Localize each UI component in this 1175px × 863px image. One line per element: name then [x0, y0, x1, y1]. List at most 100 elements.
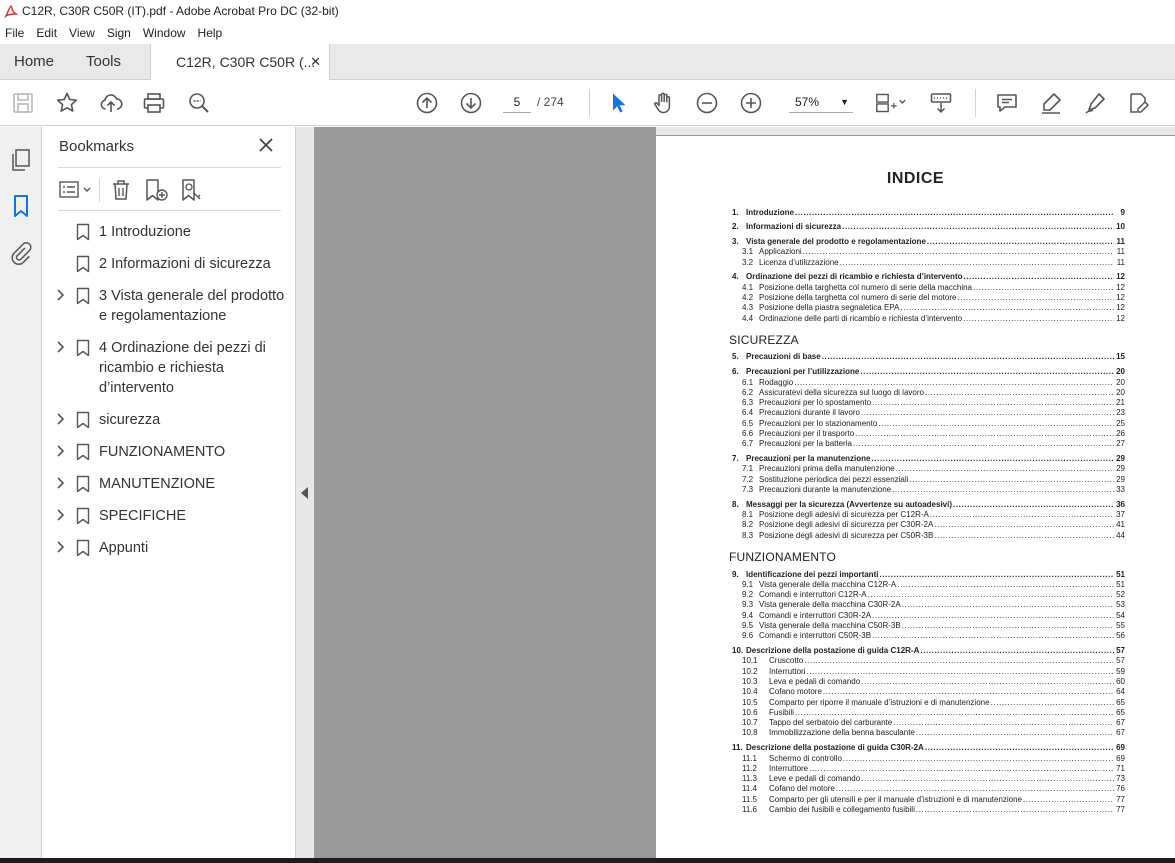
toc-entry[interactable]: 7. Precauzioni per la manutenzione.......…: [732, 454, 1125, 464]
bookmark-item[interactable]: 4 Ordinazione dei pezzi di ricambio e ri…: [43, 338, 296, 398]
pdf-page[interactable]: INDICE 1. Introduzione...................…: [656, 136, 1175, 863]
new-bookmark-icon[interactable]: [143, 178, 169, 202]
chevron-right-icon[interactable]: [55, 444, 67, 458]
toc-entry[interactable]: 6.2 Assicuratevi della sicurezza sul luog…: [732, 388, 1125, 398]
bookmark-item[interactable]: 1 Introduzione: [43, 222, 296, 242]
print-icon[interactable]: [141, 90, 167, 116]
toc-entry[interactable]: 11.6 Cambio dei fusibili e collegamento f…: [732, 805, 1125, 815]
page-thumbnails-icon[interactable]: [8, 147, 34, 173]
toc-entry[interactable]: 9.4 Comandi e interruttori C30R-2A.......…: [732, 611, 1125, 621]
toc-entry[interactable]: 11. Descrizione della postazione di guida…: [732, 743, 1125, 753]
bookmark-item[interactable]: Appunti: [43, 538, 296, 558]
cloud-upload-icon[interactable]: [98, 90, 124, 116]
bookmark-item[interactable]: SPECIFICHE: [43, 506, 296, 526]
next-page-icon[interactable]: [458, 90, 484, 116]
delete-bookmark-icon[interactable]: [109, 178, 133, 202]
toc-entry[interactable]: 10.2 Interruttori........................…: [732, 667, 1125, 677]
edit-pdf-icon[interactable]: [1126, 90, 1152, 116]
toc-entry[interactable]: 6.1 Rodaggio.............................…: [732, 378, 1125, 388]
menu-file[interactable]: File: [5, 22, 24, 44]
toc-entry[interactable]: 10.3 Leva e pedali di comando............…: [732, 677, 1125, 687]
toc-entry[interactable]: 11.2 Interruttore........................…: [732, 764, 1125, 774]
toc-entry[interactable]: 10.4 Cofano motore.......................…: [732, 687, 1125, 697]
toc-entry[interactable]: 3. Vista generale del prodotto e regolame…: [732, 237, 1125, 247]
toc-entry[interactable]: 4.3 Posizione della piastra segnaletica E…: [732, 303, 1125, 313]
bookmark-properties-icon[interactable]: [179, 178, 205, 202]
bookmarks-icon[interactable]: [8, 193, 34, 219]
toc-entry[interactable]: 6.4 Precauzioni durante il lavoro........…: [732, 408, 1125, 418]
toc-entry[interactable]: 11.1 Schermo di controllo................…: [732, 754, 1125, 764]
toc-entry[interactable]: 11.3 Leve e pedali di comando............…: [732, 774, 1125, 784]
toc-entry[interactable]: 3.2 Licenza d’utilizzazione..............…: [732, 258, 1125, 268]
toc-entry[interactable]: 6. Precauzioni per l’utilizzazione.......…: [732, 367, 1125, 377]
keyboard-scroll-icon[interactable]: [928, 90, 954, 116]
toc-entry[interactable]: 10.8 Immobilizzazione della benna bascula…: [732, 728, 1125, 738]
tab-home[interactable]: Home: [14, 44, 54, 80]
tab-tools[interactable]: Tools: [86, 44, 121, 80]
page-display-icon[interactable]: [872, 90, 910, 116]
toc-entry[interactable]: 9.2 Comandi e interruttori C12R-A........…: [732, 590, 1125, 600]
toc-entry[interactable]: 1. Introduzione..........................…: [732, 208, 1125, 218]
toc-entry[interactable]: 9.5 Vista generale della macchina C50R-3B…: [732, 621, 1125, 631]
toc-entry[interactable]: 8.2 Posizione degli adesivi di sicurezza …: [732, 520, 1125, 530]
menu-view[interactable]: View: [69, 22, 95, 44]
zoom-level-select[interactable]: 57% ▼: [789, 91, 853, 113]
close-panel-icon[interactable]: [257, 136, 275, 154]
previous-page-icon[interactable]: [414, 90, 440, 116]
collapse-panel-icon[interactable]: [301, 487, 308, 499]
toc-entry[interactable]: 8.3 Posizione degli adesivi di sicurezza …: [732, 531, 1125, 541]
toc-entry[interactable]: 10. Descrizione della postazione di guida…: [732, 646, 1125, 656]
find-text-icon[interactable]: [186, 90, 212, 116]
chevron-right-icon[interactable]: [55, 476, 67, 490]
zoom-out-icon[interactable]: [694, 90, 720, 116]
toc-entry[interactable]: 8.1 Posizione degli adesivi di sicurezza …: [732, 510, 1125, 520]
toc-entry[interactable]: 10.6 Fusibili............................…: [732, 708, 1125, 718]
toc-entry[interactable]: 4. Ordinazione dei pezzi di ricambio e ri…: [732, 272, 1125, 282]
toc-entry[interactable]: 11.4 Cofano del motore...................…: [732, 784, 1125, 794]
toc-entry[interactable]: 6.3 Precauzioni per lo spostamento.......…: [732, 398, 1125, 408]
page-number-input[interactable]: 5: [503, 91, 531, 113]
attachments-icon[interactable]: [8, 240, 34, 266]
panel-splitter[interactable]: [296, 127, 314, 863]
menu-edit[interactable]: Edit: [36, 22, 57, 44]
close-tab-icon[interactable]: ✕: [310, 44, 321, 80]
chevron-right-icon[interactable]: [55, 340, 67, 354]
toc-entry[interactable]: 7.2 Sostituzione periodica dei pezzi esse…: [732, 475, 1125, 485]
menu-sign[interactable]: Sign: [107, 22, 131, 44]
toc-entry[interactable]: 10.7 Tappo del serbatoio del carburante..…: [732, 718, 1125, 728]
star-icon[interactable]: [54, 90, 80, 116]
tab-document[interactable]: C12R, C30R C50R (... ✕: [150, 44, 330, 81]
hand-tool-icon[interactable]: [650, 90, 676, 116]
chevron-right-icon[interactable]: [55, 508, 67, 522]
toc-entry[interactable]: 6.5 Precauzioni per lo stazionamento.....…: [732, 419, 1125, 429]
save-icon[interactable]: [10, 90, 36, 116]
highlight-icon[interactable]: [1038, 90, 1064, 116]
toc-entry[interactable]: 4.2 Posizione della targhetta col numero …: [732, 293, 1125, 303]
toc-entry[interactable]: 3.1 Applicazioni.........................…: [732, 247, 1125, 257]
zoom-in-icon[interactable]: [738, 90, 764, 116]
chevron-right-icon[interactable]: [55, 288, 67, 302]
sign-pen-icon[interactable]: [1082, 90, 1108, 116]
toc-entry[interactable]: 2. Informazioni di sicurezza.............…: [732, 222, 1125, 232]
bookmark-item[interactable]: 2 Informazioni di sicurezza: [43, 254, 296, 274]
toc-entry[interactable]: 9. Identificazione dei pezzi importanti..…: [732, 570, 1125, 580]
bookmark-item[interactable]: MANUTENZIONE: [43, 474, 296, 494]
toc-entry[interactable]: 8. Messaggi per la sicurezza (Avvertenze …: [732, 500, 1125, 510]
comment-icon[interactable]: [994, 90, 1020, 116]
bookmark-options-icon[interactable]: [58, 178, 94, 202]
chevron-right-icon[interactable]: [55, 540, 67, 554]
bookmark-item[interactable]: 3 Vista generale del prodotto e regolame…: [43, 286, 296, 326]
toc-entry[interactable]: 10.5 Comparto per riporre il manuale d’is…: [732, 698, 1125, 708]
toc-entry[interactable]: 11.5 Comparto per gli utensili e per il m…: [732, 795, 1125, 805]
bookmark-item[interactable]: sicurezza: [43, 410, 296, 430]
toc-entry[interactable]: 7.1 Precauzioni prima della manutenzione.…: [732, 464, 1125, 474]
bookmark-item[interactable]: FUNZIONAMENTO: [43, 442, 296, 462]
toc-entry[interactable]: 10.1 Cruscotto...........................…: [732, 656, 1125, 666]
menu-help[interactable]: Help: [198, 22, 223, 44]
toc-entry[interactable]: 7.3 Precauzioni durante la manutenzione..…: [732, 485, 1125, 495]
menu-window[interactable]: Window: [143, 22, 186, 44]
toc-entry[interactable]: 9.3 Vista generale della macchina C30R-2A…: [732, 600, 1125, 610]
toc-entry[interactable]: 6.6 Precauzioni per il trasporto.........…: [732, 429, 1125, 439]
select-tool-icon[interactable]: [606, 90, 632, 116]
toc-entry[interactable]: 9.1 Vista generale della macchina C12R-A.…: [732, 580, 1125, 590]
